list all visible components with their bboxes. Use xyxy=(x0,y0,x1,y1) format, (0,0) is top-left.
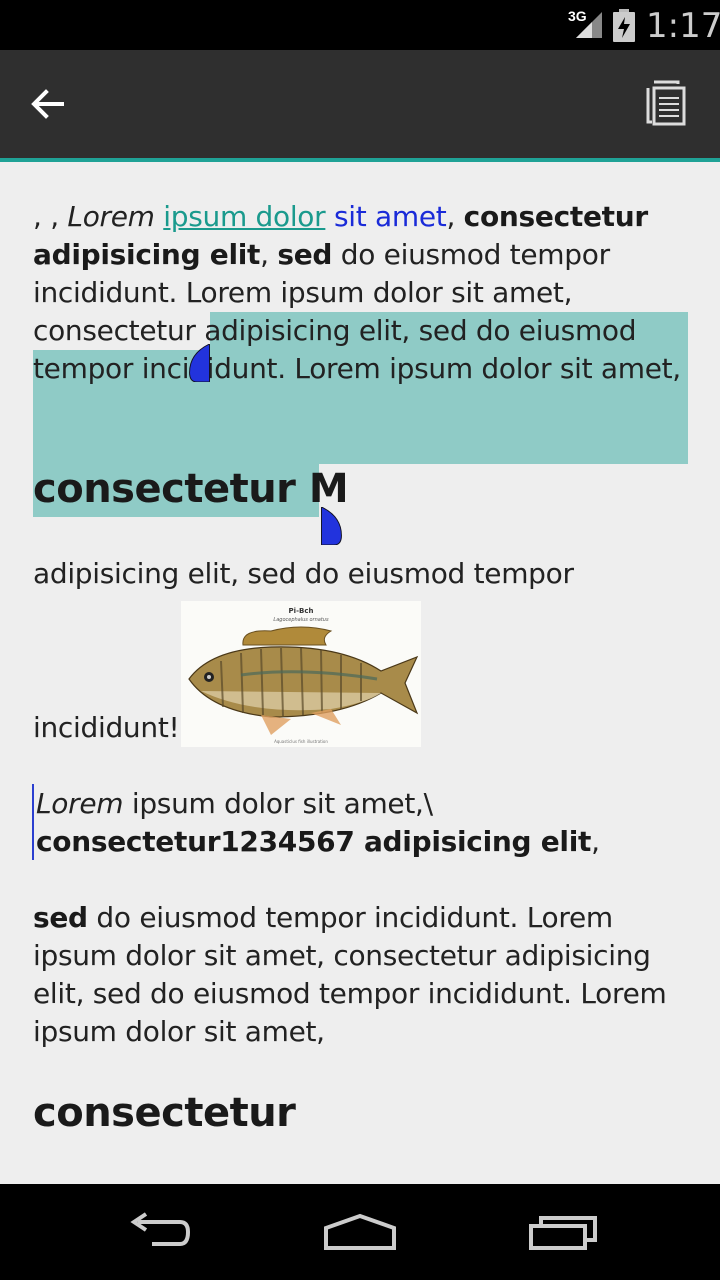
bold-text: sed xyxy=(277,238,333,271)
text-run: , xyxy=(446,200,464,233)
text-run: , , xyxy=(33,200,68,233)
image-title: Pi-Bch xyxy=(289,607,314,615)
text-run: , xyxy=(260,238,278,271)
selection-start-handle[interactable] xyxy=(189,344,211,382)
nav-home-button[interactable] xyxy=(315,1206,405,1258)
fish-illustration: Pi-Bch Lagocephalus ornatus Aquasticlus … xyxy=(188,607,419,744)
bold-text: consectetur1234567 adipisicing elit xyxy=(36,825,592,858)
bold-text: sed xyxy=(33,901,88,934)
nav-back-button[interactable] xyxy=(114,1206,204,1258)
image-subtitle: Lagocephalus ornatus xyxy=(273,617,329,623)
italic-text: Lorem xyxy=(67,200,155,233)
arrow-left-icon xyxy=(31,89,64,119)
paragraph-3: sed do eiusmod tempor incididunt. Lorem … xyxy=(33,899,693,1051)
status-clock: 1:17 xyxy=(646,6,720,46)
blockquote: Lorem ipsum dolor sit amet,\ consectetur1… xyxy=(36,785,686,861)
paragraph-1[interactable]: , , Lorem ipsum dolor sit amet, consecte… xyxy=(33,198,693,388)
paragraph-2-line: adipisicing elit, sed do eiusmod tempor xyxy=(33,557,574,590)
action-bar xyxy=(0,50,720,162)
fish-image: Pi-Bch Lagocephalus ornatus Aquasticlus … xyxy=(181,601,421,747)
navigation-bar xyxy=(0,1184,720,1280)
battery-charging-icon xyxy=(613,9,635,42)
nav-back-icon xyxy=(130,1212,191,1246)
italic-text: Lorem xyxy=(36,787,124,820)
selection-end-handle[interactable] xyxy=(320,507,342,545)
paragraph-2-end: incididunt! xyxy=(33,711,180,744)
copy-icon xyxy=(646,80,686,126)
link-sit-amet[interactable]: sit amet xyxy=(334,200,447,233)
document-view[interactable]: , , Lorem ipsum dolor sit amet, consecte… xyxy=(0,162,720,1184)
back-button[interactable] xyxy=(18,72,78,136)
image-caption: Aquasticlus fish illustration xyxy=(274,739,328,744)
text-run: do eiusmod tempor incididunt. Lorem ipsu… xyxy=(33,901,667,1048)
heading-consectetur-m: consectetur M xyxy=(33,466,349,512)
status-bar: 3G 1:17 xyxy=(0,0,720,50)
nav-home-icon xyxy=(324,1213,396,1250)
text-run: , xyxy=(591,825,600,858)
copy-button[interactable] xyxy=(644,78,704,138)
nav-recents-icon xyxy=(529,1216,597,1250)
heading-consectetur: consectetur xyxy=(33,1090,296,1136)
nav-recents-button[interactable] xyxy=(518,1206,608,1258)
text-run xyxy=(155,200,164,233)
signal-icon xyxy=(576,12,602,38)
link-ipsum-dolor[interactable]: ipsum dolor xyxy=(163,200,325,233)
blockquote-bar xyxy=(32,784,34,860)
text-run: ipsum dolor sit amet,\ xyxy=(123,787,433,820)
